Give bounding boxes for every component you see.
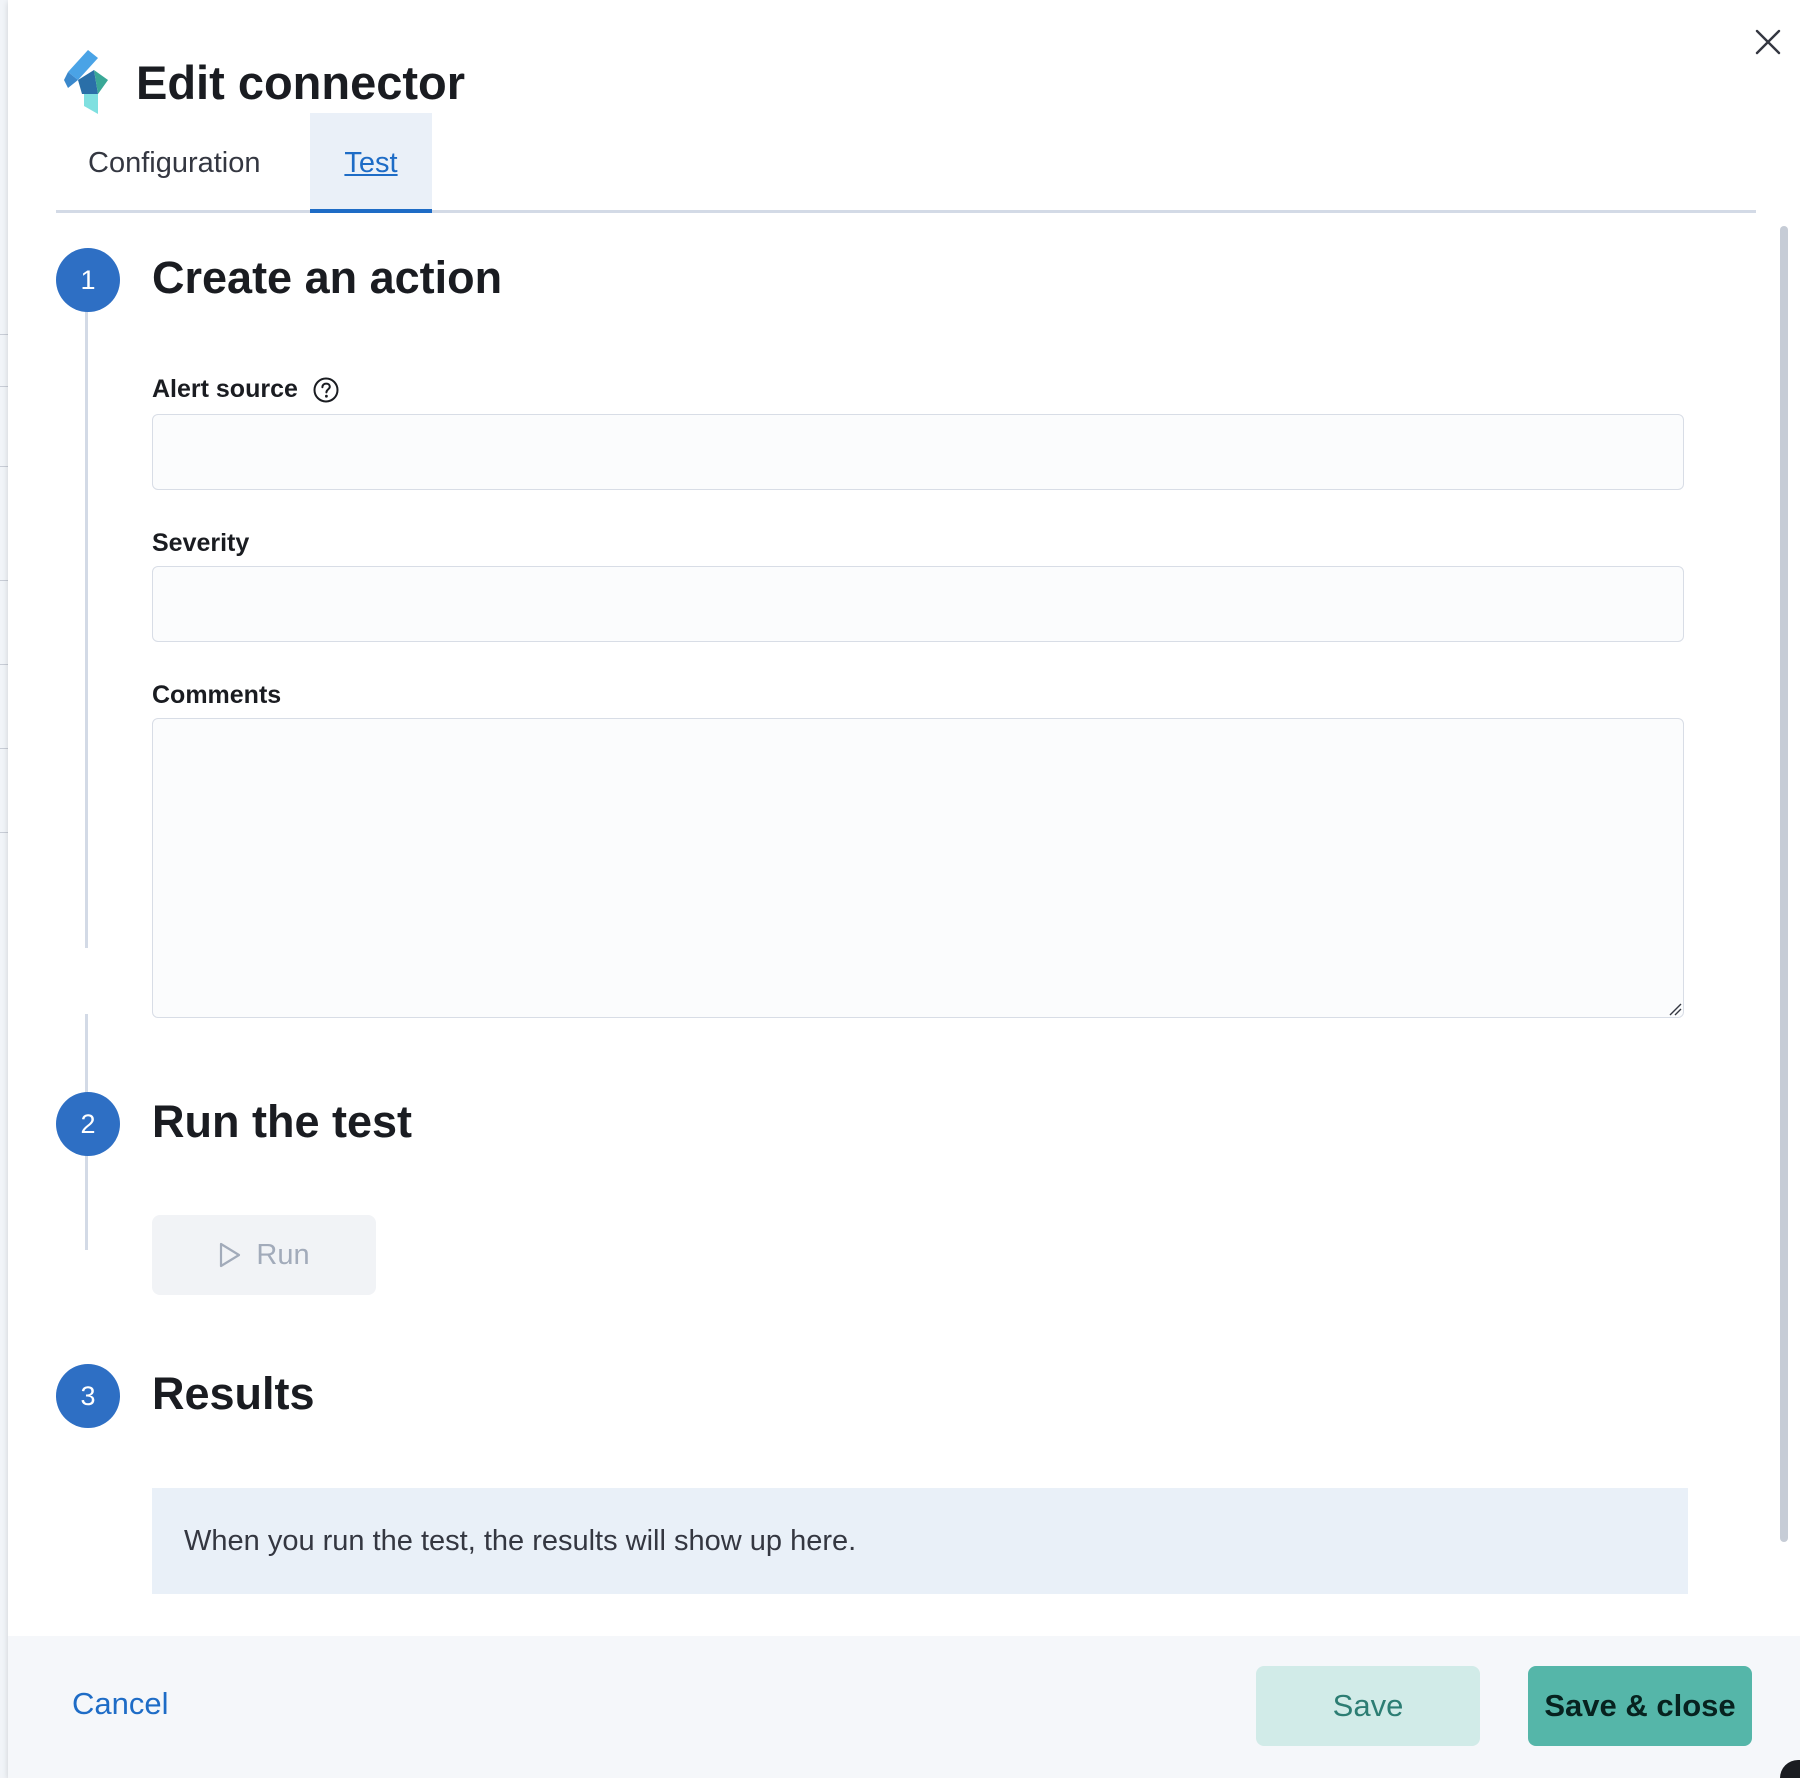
results-message: When you run the test, the results will … — [184, 1524, 857, 1557]
comments-label: Comments — [152, 681, 282, 709]
background-divider — [0, 386, 8, 387]
comments-textarea[interactable] — [152, 718, 1684, 1018]
tab-test[interactable]: Test — [310, 113, 432, 213]
step-connector-line — [85, 280, 88, 948]
background-divider — [0, 748, 8, 749]
step-number-3: 3 — [56, 1364, 120, 1428]
results-callout: When you run the test, the results will … — [152, 1488, 1688, 1594]
alert-source-input[interactable] — [152, 414, 1684, 490]
background-divider — [0, 664, 8, 665]
step-number-1: 1 — [56, 248, 120, 312]
tab-bar: Configuration Test — [56, 113, 1756, 213]
alert-source-label: Alert source — [152, 375, 298, 403]
step-number-2: 2 — [56, 1092, 120, 1156]
run-button-label: Run — [256, 1238, 310, 1271]
flyout-header: Edit connector Configuration Test — [8, 0, 1800, 213]
save-button[interactable]: Save — [1256, 1666, 1480, 1746]
edit-connector-flyout: Edit connector Configuration Test 1 Crea… — [8, 0, 1800, 1778]
cancel-button[interactable]: Cancel — [72, 1686, 169, 1722]
flyout-title: Edit connector — [136, 56, 466, 109]
severity-label: Severity — [152, 529, 250, 557]
step-title-results: Results — [152, 1368, 315, 1419]
background-divider — [0, 580, 8, 581]
tab-configuration[interactable]: Configuration — [56, 113, 293, 210]
step-title-create-action: Create an action — [152, 252, 503, 303]
resize-handle-icon[interactable] — [1668, 1002, 1682, 1016]
connector-logo — [64, 50, 108, 114]
severity-input[interactable] — [152, 566, 1684, 642]
background-divider — [0, 832, 8, 833]
scrollbar[interactable] — [1780, 226, 1788, 1542]
flyout-footer: Cancel Save Save & close — [8, 1636, 1800, 1778]
save-and-close-button[interactable]: Save & close — [1528, 1666, 1752, 1746]
question-circle-icon[interactable] — [312, 376, 340, 404]
flyout-body: 1 Create an action Alert source Severity… — [8, 212, 1800, 1636]
run-button[interactable]: Run — [152, 1215, 376, 1295]
step-title-run-test: Run the test — [152, 1096, 413, 1147]
background-divider — [0, 334, 8, 335]
background-divider — [0, 466, 8, 467]
play-icon — [220, 1242, 241, 1268]
